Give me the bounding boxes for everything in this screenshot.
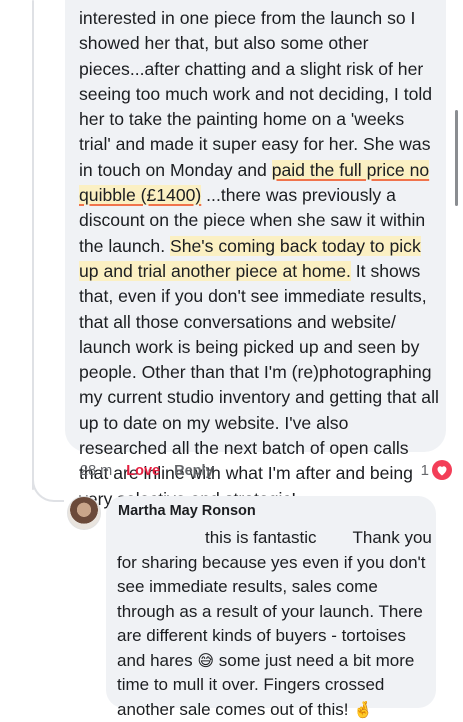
- comment-timestamp: 28 m: [80, 463, 113, 479]
- comment-text-start: interested in one piece from the launch …: [79, 8, 433, 180]
- reply-author[interactable]: Martha May Ronson: [118, 503, 256, 519]
- comment-actions: 28 m Love Reply 1: [80, 460, 452, 482]
- reply-text-line1b: Thank you: [352, 528, 432, 547]
- fingers-crossed-emoji: 🤞: [353, 699, 374, 719]
- thread-line: [32, 0, 34, 490]
- reply-text-line1a: this is fantastic: [205, 528, 317, 547]
- love-button[interactable]: Love: [126, 463, 160, 479]
- reaction-count: 1: [420, 461, 429, 479]
- reply-text: this is fantastic Thank you for sharing b…: [117, 526, 435, 722]
- sweat-smile-emoji: 😅: [197, 650, 215, 670]
- heart-icon: [432, 460, 452, 480]
- comment-text: interested in one piece from the launch …: [79, 6, 439, 512]
- reaction-summary[interactable]: 1: [421, 460, 452, 480]
- reply-button[interactable]: Reply: [174, 463, 214, 479]
- thread-connector: [32, 470, 64, 502]
- scrollbar[interactable]: [455, 110, 458, 206]
- avatar[interactable]: [67, 496, 101, 530]
